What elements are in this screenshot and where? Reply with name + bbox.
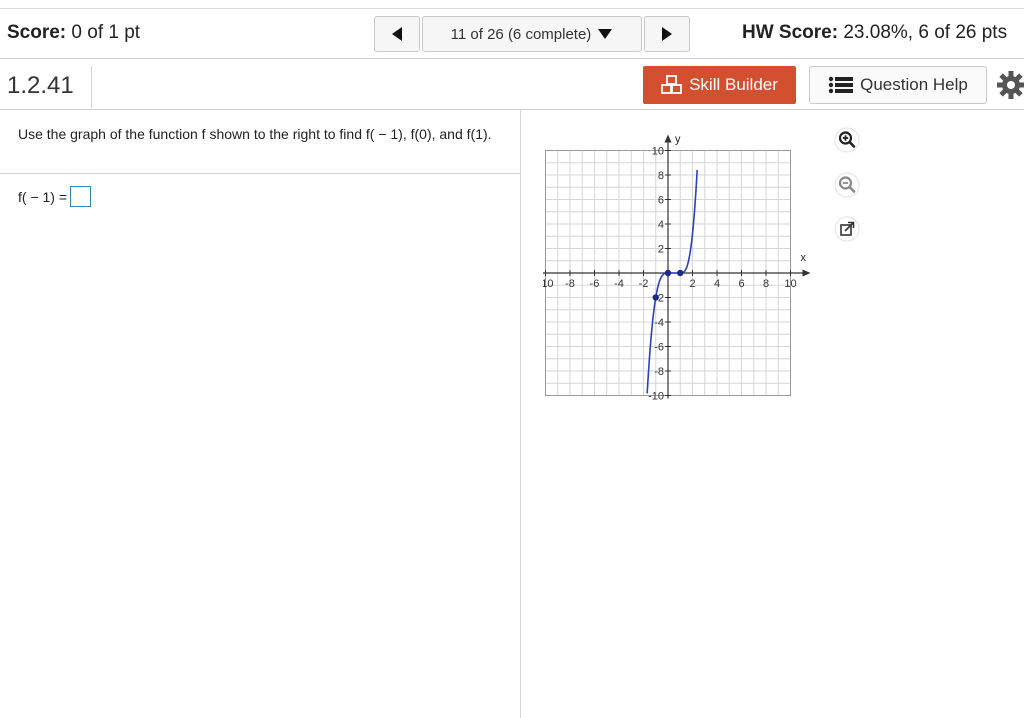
x-tick-label: -4 <box>614 278 624 290</box>
divider <box>0 58 1024 59</box>
list-icon <box>828 76 854 94</box>
zoom-in-icon[interactable] <box>834 127 860 153</box>
triangle-left-icon <box>392 27 402 41</box>
triangle-right-icon <box>662 27 672 41</box>
y-tick-label: 4 <box>658 219 664 231</box>
y-tick-label: 8 <box>658 170 664 182</box>
score: Score: 0 of 1 pt <box>7 22 140 44</box>
y-tick-label: -4 <box>654 317 664 329</box>
divider <box>0 173 521 174</box>
skill-builder-label: Skill Builder <box>689 75 778 94</box>
question-select-dropdown[interactable]: 11 of 26 (6 complete) <box>422 16 642 52</box>
question-help-label: Question Help <box>860 75 968 94</box>
divider <box>91 66 92 108</box>
y-tick-label: -8 <box>654 366 664 378</box>
y-axis-label: y <box>675 134 681 146</box>
y-tick-label: -10 <box>648 391 664 403</box>
graph-canvas: xy-10-8-6-4-2246810108642-2-4-6-8-10 <box>538 134 811 403</box>
skill-builder-button[interactable]: Skill Builder <box>643 66 796 104</box>
zoom-out-icon[interactable] <box>834 172 860 198</box>
blocks-icon <box>661 75 682 94</box>
answer-input[interactable] <box>70 186 92 207</box>
top-bar: Score: 0 of 1 pt 11 of 26 (6 complete) H… <box>0 0 1024 60</box>
answer-label: f( − 1) = <box>18 188 68 205</box>
score-label: Score: <box>7 22 67 43</box>
hw-score-label: HW Score: <box>742 22 839 43</box>
y-tick-label: -6 <box>654 342 664 354</box>
y-tick-label: 2 <box>658 244 664 256</box>
x-axis-label: x <box>801 252 807 264</box>
x-tick-label: -6 <box>590 278 600 290</box>
x-tick-label: -10 <box>543 278 553 290</box>
graph-point <box>664 269 672 277</box>
x-tick-label: -8 <box>565 278 575 290</box>
question-number: 1.2.41 <box>7 72 74 99</box>
y-tick-label: 6 <box>658 195 664 207</box>
function-graph: xy-10-8-6-4-2246810108642-2-4-6-8-10 <box>538 122 833 417</box>
next-question-button[interactable] <box>644 16 690 52</box>
popout-icon[interactable] <box>834 216 860 242</box>
hw-score-value: 23.08%, 6 of 26 pts <box>843 22 1008 43</box>
y-tick-label: 10 <box>652 146 664 158</box>
graph-point <box>677 269 684 277</box>
gear-icon[interactable] <box>996 70 1024 100</box>
graph-point <box>652 294 659 301</box>
x-tick-label: -2 <box>639 278 649 290</box>
triangle-down-icon <box>598 29 613 39</box>
x-tick-label: 4 <box>714 278 720 290</box>
question-bar: 1.2.41 Skill Builder Question Help <box>0 60 1024 110</box>
answer-row: f( − 1) = <box>18 186 92 207</box>
panel-divider <box>520 110 521 718</box>
x-axis-arrow <box>802 269 811 277</box>
question-position: 11 of 26 (6 complete) <box>450 25 592 43</box>
x-tick-label: 6 <box>738 278 744 290</box>
question-navigator: 11 of 26 (6 complete) <box>374 16 690 52</box>
x-tick-label: 10 <box>784 278 796 290</box>
x-tick-label: 8 <box>763 278 769 290</box>
question-panel: Use the graph of the function f shown to… <box>0 110 521 718</box>
x-tick-label: 2 <box>689 278 695 290</box>
previous-question-button[interactable] <box>374 16 420 52</box>
score-value: 0 of 1 pt <box>71 22 141 43</box>
question-help-button[interactable]: Question Help <box>809 66 987 104</box>
divider <box>0 8 1024 9</box>
y-axis-arrow <box>664 134 672 143</box>
hw-score: HW Score: 23.08%, 6 of 26 pts <box>742 22 1007 44</box>
question-text: Use the graph of the function f shown to… <box>18 126 492 142</box>
